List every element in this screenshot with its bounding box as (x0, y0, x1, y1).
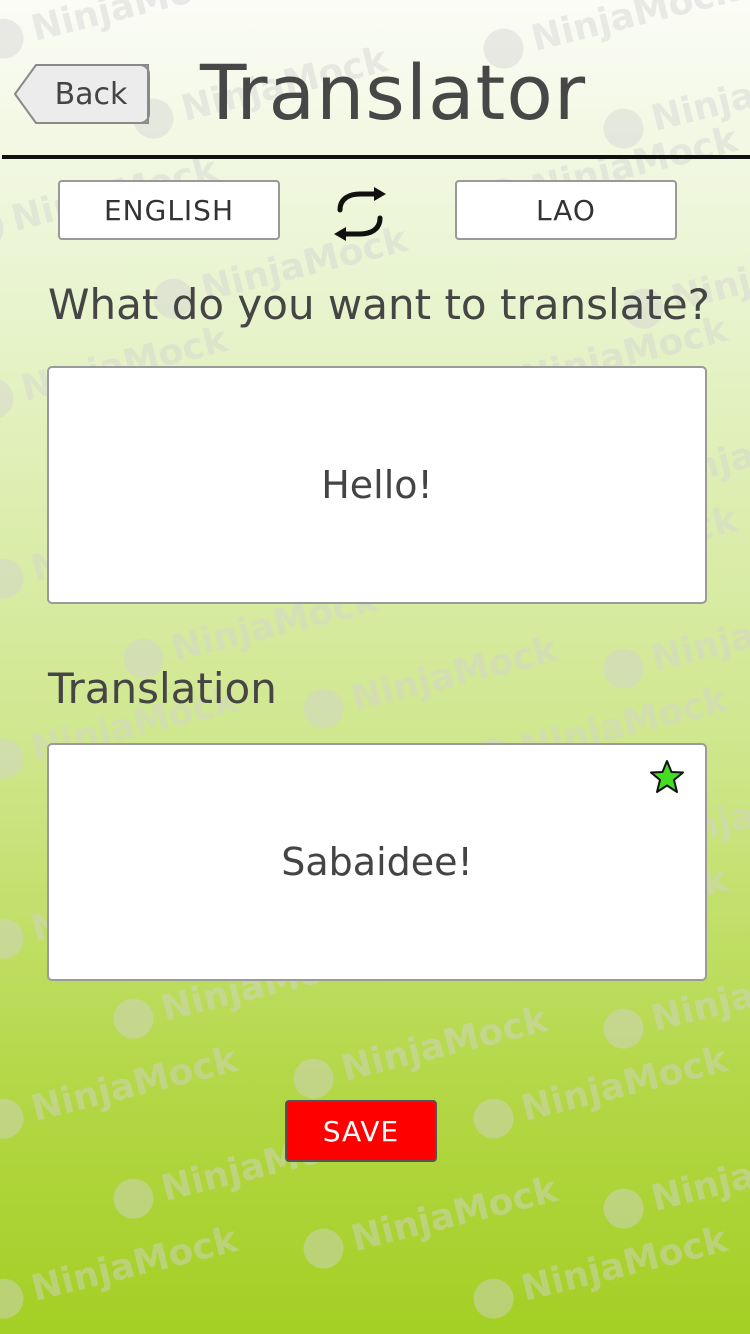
watermark: NinjaMock (0, 1039, 242, 1143)
watermark: NinjaMock (299, 629, 562, 733)
translation-output: Sabaidee! (47, 743, 707, 981)
save-button-label: SAVE (322, 1114, 400, 1148)
watermark: NinjaMock (299, 1169, 562, 1273)
watermark: NinjaMock (599, 1129, 750, 1233)
page-title: Translator (200, 48, 587, 137)
star-icon[interactable] (649, 759, 685, 795)
back-button[interactable]: Back (14, 64, 150, 124)
translation-label: Translation (48, 664, 277, 713)
source-text: Hello! (321, 463, 433, 507)
watermark: NinjaMock (599, 589, 750, 693)
translated-text: Sabaidee! (281, 840, 473, 884)
back-button-label: Back (54, 76, 128, 112)
input-prompt-label: What do you want to translate? (48, 280, 710, 329)
target-language-label: LAO (536, 193, 596, 227)
source-language-selector[interactable]: ENGLISH (58, 180, 280, 240)
source-language-label: ENGLISH (103, 193, 235, 227)
watermark: NinjaMock (289, 999, 552, 1103)
source-text-input[interactable]: Hello! (47, 366, 707, 604)
watermark: NinjaMock (469, 1219, 732, 1323)
header-divider (2, 155, 750, 159)
target-language-selector[interactable]: LAO (455, 180, 677, 240)
swap-arrows-icon[interactable] (328, 186, 392, 242)
save-button[interactable]: SAVE (285, 1100, 437, 1162)
watermark: NinjaMock (469, 1039, 732, 1143)
watermark: NinjaMock (599, 49, 750, 153)
watermark: NinjaMock (0, 1219, 242, 1323)
